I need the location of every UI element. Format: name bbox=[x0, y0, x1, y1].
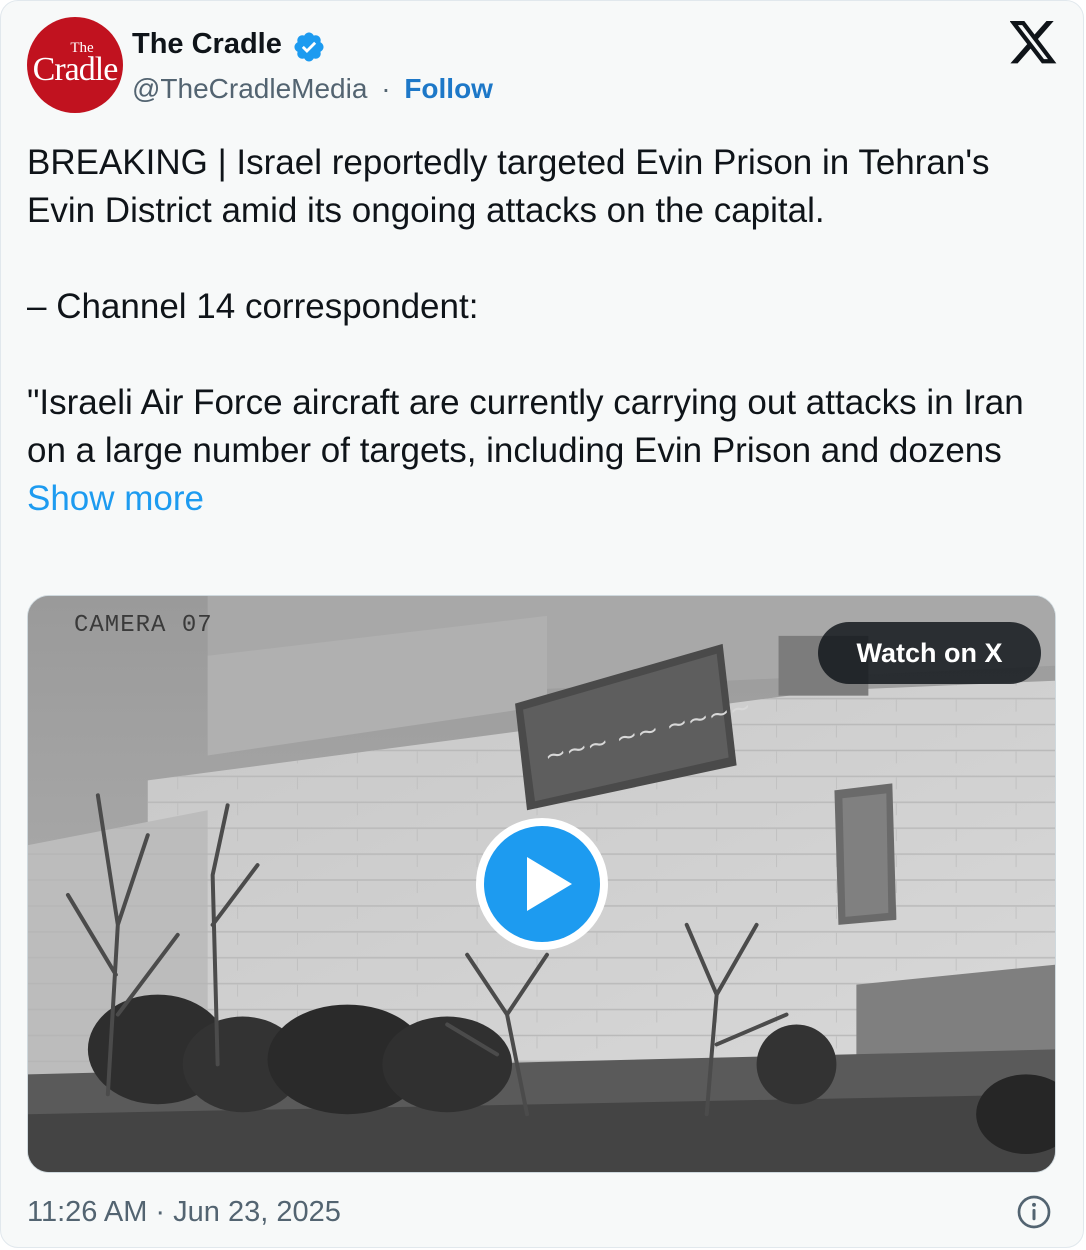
avatar-logo-big: Cradle bbox=[32, 51, 119, 88]
info-icon[interactable] bbox=[1016, 1194, 1052, 1230]
handle-row: @TheCradleMedia · Follow bbox=[132, 73, 493, 105]
play-icon bbox=[527, 857, 572, 911]
video-player[interactable]: ~~~ ~~ ~~~~ CAMERA 07 Watch on X bbox=[27, 595, 1056, 1173]
author-handle[interactable]: @TheCradleMedia bbox=[132, 73, 367, 104]
follow-button[interactable]: Follow bbox=[404, 73, 493, 104]
separator-dot: · bbox=[381, 73, 391, 104]
tweet-paragraph-text: "Israeli Air Force aircraft are currentl… bbox=[27, 383, 1024, 470]
tweet-paragraph: – Channel 14 correspondent: bbox=[27, 287, 479, 326]
watch-on-x-button[interactable]: Watch on X bbox=[818, 622, 1041, 684]
tweet-timestamp[interactable]: 11:26 AM · Jun 23, 2025 bbox=[27, 1196, 341, 1229]
verified-badge-icon bbox=[294, 32, 324, 62]
tweet-text: BREAKING | Israel reportedly targeted Ev… bbox=[27, 139, 1067, 523]
tweet-paragraph: BREAKING | Israel reportedly targeted Ev… bbox=[27, 143, 990, 230]
x-logo-icon[interactable] bbox=[1010, 21, 1058, 65]
show-more-link[interactable]: Show more bbox=[27, 479, 204, 518]
camera-label: CAMERA 07 bbox=[74, 612, 213, 639]
author-name[interactable]: The Cradle bbox=[132, 28, 282, 61]
tweet-paragraph: "Israeli Air Force aircraft are currentl… bbox=[27, 379, 1067, 523]
tweet-card: The Cradle The Cradle @TheCradleMedia · … bbox=[0, 0, 1084, 1248]
play-button[interactable] bbox=[476, 818, 608, 950]
avatar[interactable]: The Cradle bbox=[27, 17, 123, 113]
